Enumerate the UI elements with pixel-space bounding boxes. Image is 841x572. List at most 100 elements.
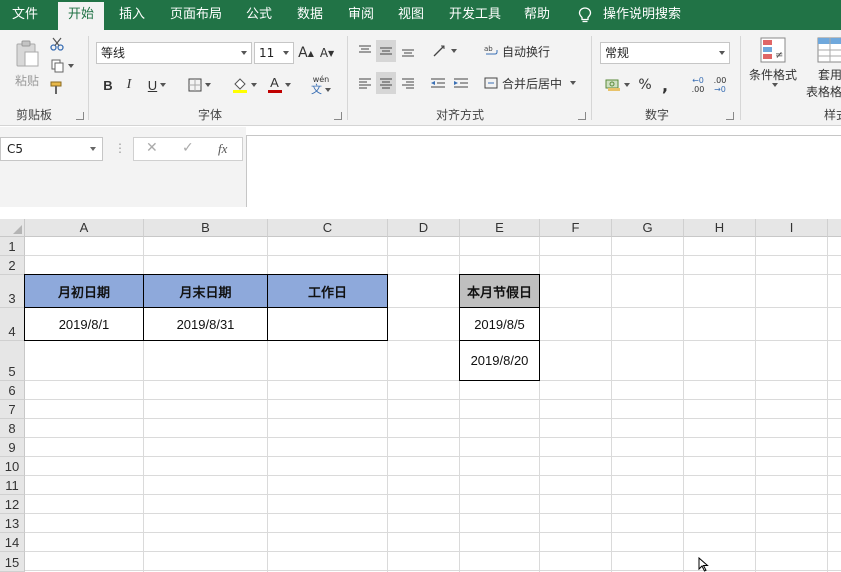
row-header-8[interactable]: 8	[0, 419, 25, 438]
tab-page-layout[interactable]: 页面布局	[170, 0, 222, 30]
cell-b3[interactable]: 月末日期	[143, 274, 268, 308]
accounting-format-button[interactable]	[601, 74, 633, 96]
col-header-e[interactable]: E	[460, 219, 540, 237]
conditional-format-button[interactable]: ≠ 条件格式	[746, 36, 800, 102]
col-header-g[interactable]: G	[612, 219, 684, 237]
cell-b4[interactable]: 2019/8/31	[143, 307, 268, 341]
row-header-2[interactable]: 2	[0, 256, 25, 275]
cell-a4[interactable]: 2019/8/1	[24, 307, 144, 341]
tab-review[interactable]: 审阅	[348, 0, 374, 30]
enter-icon[interactable]: ✓	[182, 140, 194, 156]
row-header-6[interactable]: 6	[0, 381, 25, 400]
tab-home[interactable]: 开始	[58, 2, 105, 30]
row-header-10[interactable]: 10	[0, 457, 25, 476]
align-top-icon	[359, 45, 371, 53]
fill-bucket-icon	[232, 78, 247, 93]
table-format-label-line2: 表格格式	[805, 85, 841, 99]
cell-e3[interactable]: 本月节假日	[459, 274, 540, 308]
row-header-15[interactable]: 15	[0, 552, 25, 572]
merge-center-button[interactable]: 合并后居中	[484, 72, 584, 94]
paste-button[interactable]: 粘贴	[10, 36, 44, 92]
comma-button[interactable]: ,	[658, 74, 672, 96]
col-header-c[interactable]: C	[268, 219, 388, 237]
cell-c4[interactable]	[267, 307, 388, 341]
font-name-value: 等线	[101, 46, 126, 60]
name-box[interactable]: C5	[0, 137, 103, 161]
align-right-button[interactable]	[398, 72, 418, 94]
alignment-launcher-icon[interactable]	[578, 112, 586, 120]
row-header-9[interactable]: 9	[0, 438, 25, 457]
decrease-decimal-button[interactable]: .00 →0	[710, 74, 730, 96]
cancel-icon[interactable]: ✕	[146, 140, 158, 156]
increase-indent-button[interactable]	[451, 72, 471, 94]
clipboard-launcher-icon[interactable]	[76, 112, 84, 120]
row-header-12[interactable]: 12	[0, 495, 25, 514]
bold-button[interactable]: B	[100, 74, 116, 96]
phonetic-button[interactable]: wén 文	[304, 72, 338, 98]
tab-data[interactable]: 数据	[297, 0, 323, 30]
col-header-b[interactable]: B	[144, 219, 268, 237]
row-header-1[interactable]: 1	[0, 237, 25, 256]
format-as-table-button[interactable]: 套用 表格格式	[800, 36, 841, 102]
table-format-icon	[817, 37, 841, 63]
col-header-d[interactable]: D	[388, 219, 460, 237]
row-header-13[interactable]: 13	[0, 514, 25, 533]
copy-icon[interactable]	[48, 58, 76, 74]
tab-insert[interactable]: 插入	[119, 0, 145, 30]
underline-button[interactable]: U	[142, 74, 172, 96]
row-header-11[interactable]: 11	[0, 476, 25, 495]
italic-button[interactable]: I	[121, 74, 137, 96]
format-painter-icon[interactable]	[48, 80, 66, 96]
tab-file[interactable]: 文件	[12, 0, 38, 30]
tab-formulas[interactable]: 公式	[246, 0, 272, 30]
tell-me-search[interactable]: 操作说明搜索	[603, 0, 681, 30]
font-name-select[interactable]: 等线	[96, 42, 252, 64]
font-size-select[interactable]: 11	[254, 42, 294, 64]
row-header-14[interactable]: 14	[0, 533, 25, 552]
borders-button[interactable]	[184, 74, 214, 96]
col-header-f[interactable]: F	[540, 219, 612, 237]
row-header-5[interactable]: 5	[0, 341, 25, 381]
worksheet-grid[interactable]: A B C D E F G H I 1 2 3 4 5 6 7 8 9 10 1…	[0, 219, 841, 572]
font-color-button[interactable]: A	[264, 74, 294, 96]
scissors-icon[interactable]	[48, 36, 66, 52]
number-launcher-icon[interactable]	[726, 112, 734, 120]
row-header-7[interactable]: 7	[0, 400, 25, 419]
align-left-button[interactable]	[355, 72, 375, 94]
col-header-a[interactable]: A	[25, 219, 144, 237]
formula-input[interactable]	[246, 135, 841, 207]
percent-button[interactable]: %	[637, 74, 653, 96]
align-center-button[interactable]	[376, 72, 396, 94]
cell-e5[interactable]: 2019/8/20	[459, 340, 540, 381]
cell-a3[interactable]: 月初日期	[24, 274, 144, 308]
font-launcher-icon[interactable]	[334, 112, 342, 120]
orientation-button[interactable]	[428, 40, 460, 62]
gridline	[25, 437, 841, 438]
col-header-j[interactable]	[828, 219, 841, 237]
gridline	[25, 570, 841, 571]
clipboard-group-label: 剪贴板	[16, 108, 53, 122]
tab-view[interactable]: 视图	[398, 0, 424, 30]
decrease-font-button[interactable]: A ▼	[318, 42, 336, 64]
row-header-4[interactable]: 4	[0, 308, 25, 341]
align-bottom-button[interactable]	[398, 40, 418, 62]
wrap-text-button[interactable]: ab 自动换行	[484, 40, 560, 62]
cell-e4[interactable]: 2019/8/5	[459, 307, 540, 341]
col-header-i[interactable]: I	[756, 219, 828, 237]
insert-function-icon[interactable]: fx	[218, 141, 227, 157]
col-header-h[interactable]: H	[684, 219, 756, 237]
row-header-3[interactable]: 3	[0, 275, 25, 308]
cell-c3[interactable]: 工作日	[267, 274, 388, 308]
align-middle-button[interactable]	[376, 40, 396, 62]
tab-help[interactable]: 帮助	[524, 0, 550, 30]
conditional-format-label: 条件格式	[748, 68, 797, 82]
increase-decimal-button[interactable]: ←0.00	[688, 74, 708, 96]
tab-developer[interactable]: 开发工具	[449, 0, 501, 30]
increase-font-button[interactable]: A ▲	[297, 42, 315, 64]
decrease-indent-button[interactable]	[428, 72, 448, 94]
number-format-select[interactable]: 常规	[600, 42, 730, 64]
select-all-corner[interactable]	[0, 219, 25, 237]
more-options-icon[interactable]: ⋮	[114, 141, 126, 155]
fill-color-button[interactable]	[228, 74, 260, 96]
align-top-button[interactable]	[355, 40, 375, 62]
